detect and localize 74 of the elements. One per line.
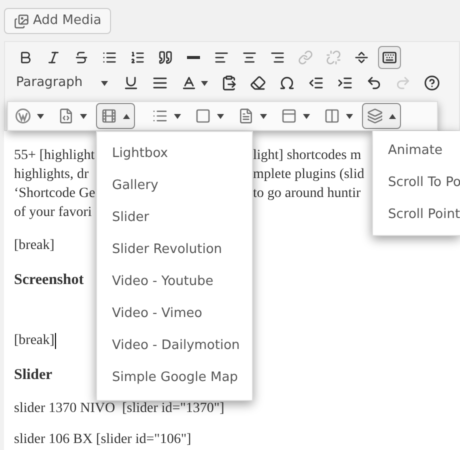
menu-item[interactable]: Animate bbox=[373, 135, 460, 167]
caret-down-icon bbox=[174, 114, 181, 118]
italic-icon bbox=[46, 50, 61, 65]
menu-item[interactable]: Gallery bbox=[97, 170, 252, 202]
paragraph-text: 55+ [highlight bbox=[14, 147, 95, 165]
align-left-icon bbox=[214, 50, 229, 65]
clear-formatting-icon bbox=[250, 75, 266, 91]
caret-up-icon bbox=[123, 114, 130, 118]
document-icon bbox=[238, 108, 254, 124]
wordpress-logo-icon bbox=[15, 108, 31, 124]
unlink-icon bbox=[326, 50, 341, 65]
text-color-icon bbox=[181, 75, 197, 91]
menu-item[interactable]: Video - Youtube bbox=[97, 266, 252, 298]
panel-icon bbox=[281, 108, 297, 124]
help-icon bbox=[424, 75, 440, 91]
paragraph-text: highlights, dr bbox=[14, 166, 89, 184]
menu-item[interactable]: Scroll To Po bbox=[373, 167, 460, 199]
add-media-button[interactable]: Add Media bbox=[4, 8, 112, 34]
slider-text: slider 1370 NIVO [slider id="1370"] bbox=[14, 400, 224, 418]
menu-item[interactable]: Lightbox bbox=[97, 138, 252, 170]
redo-icon bbox=[395, 75, 411, 91]
dropdown-button[interactable] bbox=[96, 103, 135, 129]
layers-icon bbox=[367, 108, 383, 124]
align-right-icon bbox=[270, 50, 285, 65]
slider-text: slider 106 BX [slider id="106"] bbox=[14, 431, 192, 449]
menu-item[interactable]: Video - Dailymotion bbox=[97, 330, 252, 362]
dropdown-button[interactable] bbox=[362, 103, 401, 129]
link-icon bbox=[298, 50, 313, 65]
read-more-icon bbox=[354, 50, 369, 65]
toolbar-button[interactable] bbox=[378, 46, 401, 69]
text-cursor bbox=[55, 332, 56, 348]
undo-icon bbox=[366, 75, 382, 91]
caret-down-icon bbox=[201, 80, 208, 86]
caret-down-icon bbox=[101, 80, 108, 86]
menu-item[interactable]: Video - Vimeo bbox=[97, 298, 252, 330]
numbered-list-icon bbox=[130, 50, 145, 65]
caret-down-icon bbox=[346, 114, 353, 118]
underline-icon bbox=[123, 75, 139, 91]
heading-text: Screenshot bbox=[14, 271, 84, 290]
shortcode-text: [break] bbox=[14, 237, 54, 255]
code-file-icon bbox=[58, 108, 74, 124]
media-icon bbox=[14, 14, 29, 28]
paragraph-text: mplete plugins (slid bbox=[253, 166, 364, 184]
heading-text: Slider bbox=[14, 366, 52, 385]
paragraph-text: to go around huntir bbox=[253, 185, 361, 203]
paragraph-text: ‘Shortcode Ge bbox=[14, 185, 96, 203]
square-icon bbox=[195, 108, 211, 124]
list-icon bbox=[152, 108, 168, 124]
strikethrough-icon bbox=[74, 50, 89, 65]
menu-item[interactable]: Slider bbox=[97, 202, 252, 234]
menu-item[interactable]: Simple Google Map bbox=[97, 362, 252, 394]
menu-item[interactable]: Slider Revolution bbox=[97, 234, 252, 266]
shortcode-text: [break] bbox=[14, 332, 54, 350]
film-icon bbox=[101, 108, 117, 124]
align-center-icon bbox=[242, 50, 257, 65]
bullet-list-icon bbox=[102, 50, 117, 65]
paste-text-icon bbox=[221, 75, 237, 91]
toolbar-toggle-icon bbox=[382, 50, 397, 65]
bold-icon bbox=[18, 50, 33, 65]
caret-down-icon bbox=[37, 114, 44, 118]
special-character-icon bbox=[279, 75, 295, 91]
indent-icon bbox=[337, 75, 353, 91]
caret-down-icon bbox=[80, 114, 87, 118]
outdent-icon bbox=[308, 75, 324, 91]
caret-up-icon bbox=[389, 114, 396, 118]
quote-icon bbox=[158, 50, 173, 65]
caret-down-icon bbox=[303, 114, 310, 118]
paragraph-text: light] shortcodes m bbox=[253, 147, 362, 165]
paragraph-text: of your favori bbox=[14, 204, 92, 222]
caret-down-icon bbox=[217, 114, 224, 118]
caret-down-icon bbox=[260, 114, 267, 118]
columns-icon bbox=[324, 108, 340, 124]
justify-icon bbox=[152, 75, 168, 91]
menu-item[interactable]: Scroll Point bbox=[373, 199, 460, 231]
